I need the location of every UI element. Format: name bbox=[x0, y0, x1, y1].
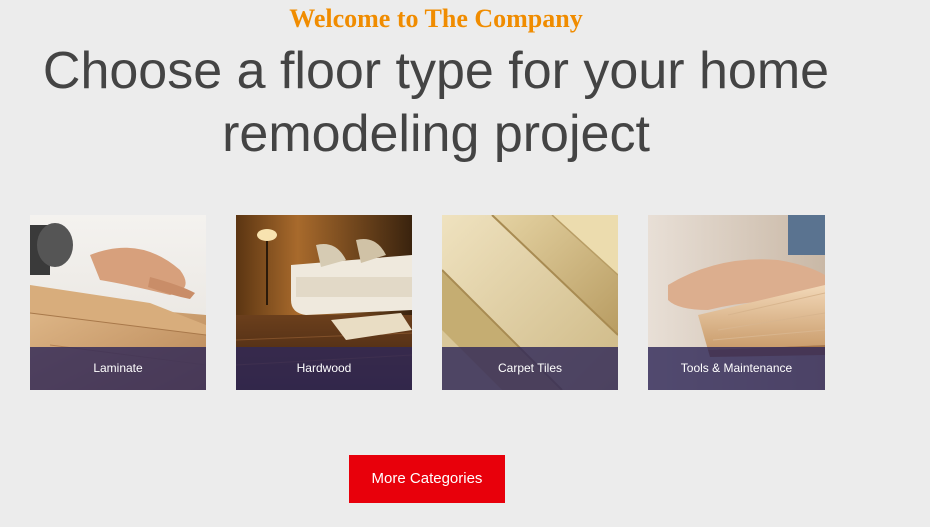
category-label: Carpet Tiles bbox=[442, 347, 618, 390]
category-card-hardwood[interactable]: Hardwood bbox=[236, 215, 412, 390]
welcome-heading: Welcome to The Company bbox=[289, 4, 583, 33]
page-headline: Choose a floor type for your home remode… bbox=[42, 42, 830, 163]
category-card-laminate[interactable]: Laminate bbox=[30, 215, 206, 390]
category-label: Tools & Maintenance bbox=[648, 347, 825, 390]
category-card-tools-maintenance[interactable]: Tools & Maintenance bbox=[648, 215, 825, 390]
more-categories-button[interactable]: More Categories bbox=[349, 455, 505, 503]
category-label: Hardwood bbox=[236, 347, 412, 390]
category-label: Laminate bbox=[30, 347, 206, 390]
category-card-carpet-tiles[interactable]: Carpet Tiles bbox=[442, 215, 618, 390]
